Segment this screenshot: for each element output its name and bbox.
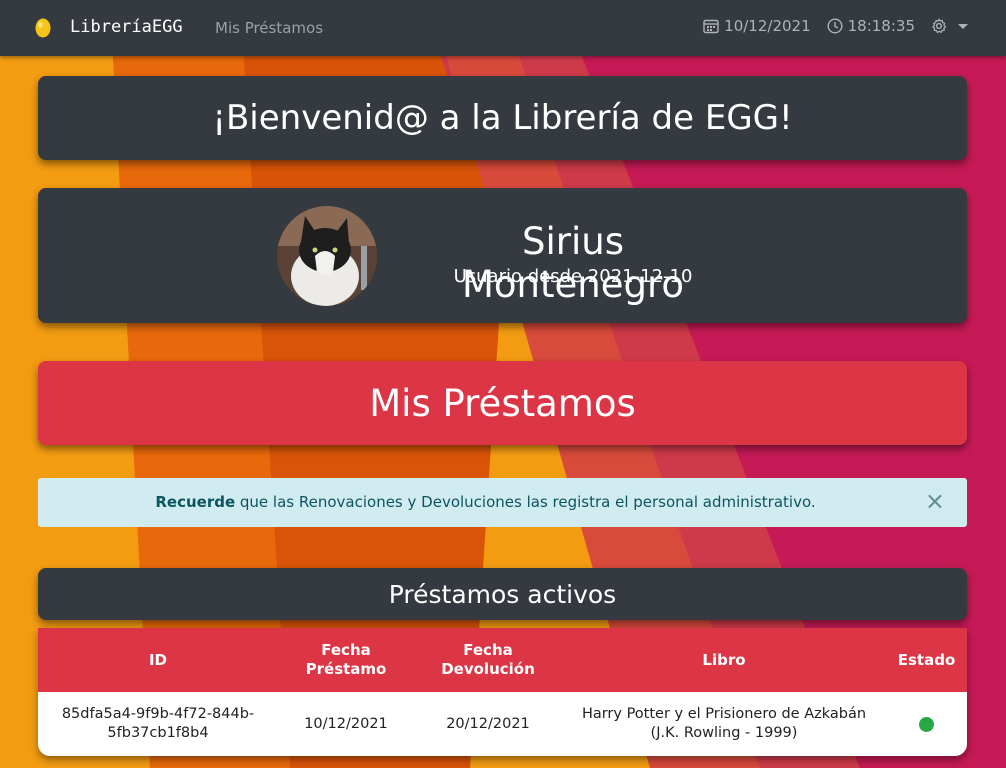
table-row: 85dfa5a4-9f9b-4f72-844b- 5fb37cb1f8b4 10/… xyxy=(38,692,967,756)
loans-table: ID Fecha Préstamo Fecha Devolución Libro E… xyxy=(38,628,967,756)
user-since: Usuario desde 2021-12-10 xyxy=(453,266,693,287)
user-profile-card: Sirius Montenegro Usuario desde 2021-12-… xyxy=(38,188,967,323)
nav-link-mis-prestamos[interactable]: Mis Préstamos xyxy=(215,19,323,37)
cell-fecha-prestamo: 10/12/2021 xyxy=(304,715,388,732)
column-header-libro: Libro xyxy=(702,650,746,669)
settings-dropdown[interactable] xyxy=(931,18,968,34)
avatar xyxy=(277,206,377,306)
cell-libro: Harry Potter y el Prisionero de Azkabán(… xyxy=(581,706,867,741)
section-title-card: Mis Préstamos xyxy=(38,361,967,445)
chevron-down-icon[interactable] xyxy=(958,23,968,29)
navbar: LibreríaEGG Mis Préstamos 10/12/2021 18:… xyxy=(0,0,1006,56)
alert-body: que las Renovaciones y Devoluciones las … xyxy=(235,493,816,511)
calendar-icon xyxy=(703,19,719,34)
gear-icon[interactable] xyxy=(931,18,947,34)
column-header-estado: Estado xyxy=(897,650,956,669)
status-active-indicator xyxy=(919,716,934,732)
egg-icon xyxy=(35,18,51,38)
brand-name[interactable]: LibreríaEGG xyxy=(70,17,183,37)
user-name: Sirius Montenegro xyxy=(461,220,685,306)
welcome-title: ¡Bienvenid@ a la Librería de EGG! xyxy=(212,98,793,138)
close-icon[interactable]: × xyxy=(925,489,945,513)
column-header-id: ID xyxy=(148,650,168,669)
date-display: 10/12/2021 xyxy=(703,17,811,35)
alert-strong: Recuerde xyxy=(155,493,236,511)
time-display: 18:18:35 xyxy=(827,17,915,35)
date-text: 10/12/2021 xyxy=(724,17,811,35)
time-text: 18:18:35 xyxy=(847,17,915,35)
table-header: ID Fecha Préstamo Fecha Devolución Libro E… xyxy=(38,628,967,692)
cell-estado xyxy=(886,692,967,756)
cell-id: 85dfa5a4-9f9b-4f72-844b- 5fb37cb1f8b4 xyxy=(61,706,255,741)
welcome-banner: ¡Bienvenid@ a la Librería de EGG! xyxy=(38,76,967,160)
column-header-fecha-prestamo: Fecha Préstamo xyxy=(305,641,387,678)
column-header-fecha-devolucion: Fecha Devolución xyxy=(441,641,535,678)
info-alert: Recuerde que las Renovaciones y Devoluci… xyxy=(38,478,967,527)
active-loans-title: Préstamos activos xyxy=(388,579,617,609)
section-title: Mis Préstamos xyxy=(369,381,636,425)
clock-icon xyxy=(827,18,843,34)
alert-message: Recuerde que las Renovaciones y Devoluci… xyxy=(38,493,933,511)
cell-fecha-devolucion: 20/12/2021 xyxy=(446,715,530,732)
nav-status: 10/12/2021 18:18:35 xyxy=(687,17,968,35)
active-loans-header: Préstamos activos xyxy=(38,568,967,620)
